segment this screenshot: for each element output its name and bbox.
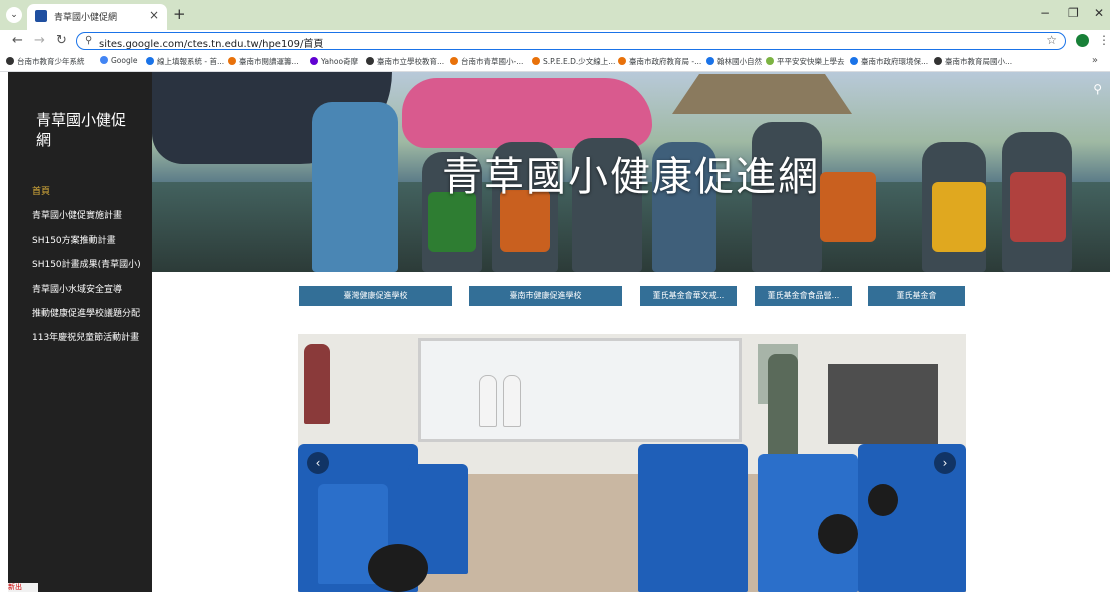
carousel-photo-presenter (768, 354, 798, 464)
minimize-button[interactable]: − (1040, 6, 1050, 20)
bookmark-item[interactable]: 線上填報系統 - 首... (146, 56, 224, 67)
link-button-john-tung-foundation[interactable]: 董氏基金會 (868, 286, 965, 306)
bookmark-favicon-icon (146, 57, 154, 65)
bookmark-label: Yahoo奇摩 (321, 57, 359, 66)
bookmark-item[interactable]: Yahoo奇摩 (310, 56, 358, 67)
bookmark-item[interactable]: Google (100, 56, 137, 65)
bookmark-label: S.P.E.E.D.少文線上... (543, 57, 616, 66)
bookmark-favicon-icon (6, 57, 14, 65)
bookmark-label: 台南市青草國小-... (461, 57, 524, 66)
carousel-photo-head (368, 544, 428, 592)
yahoo-icon (310, 57, 318, 65)
carousel-photo-seat (638, 444, 748, 592)
carousel-photo-projection-screen (418, 338, 742, 442)
sidebar-item-sh150-results[interactable]: SH150計畫成果(青草國小) (32, 257, 141, 281)
link-button-john-tung-food[interactable]: 董氏基金會食品營... (755, 286, 852, 306)
address-toolbar: ← → ↻ ⚲ sites.google.com/ctes.tn.edu.tw/… (0, 30, 1110, 52)
site-info-icon[interactable]: ⚲ (85, 35, 92, 46)
bookmark-favicon-icon (228, 57, 236, 65)
bookmark-favicon-icon (532, 57, 540, 65)
bookmark-item[interactable]: 臺南市閱讀運籌... (228, 56, 299, 67)
bookmark-favicon-icon (706, 57, 714, 65)
bookmark-item[interactable]: 翰林國小自然 (706, 56, 762, 67)
bookmark-item[interactable]: 台南市青草國小-... (450, 56, 523, 67)
url-text[interactable]: sites.google.com/ctes.tn.edu.tw/hpe109/首… (99, 35, 323, 50)
browser-menu-icon[interactable]: ⋮ (1098, 33, 1110, 47)
bookmark-item[interactable]: 臺南市政府教育局 -... (618, 56, 701, 67)
tab-title: 青草國小健促網 (54, 13, 118, 23)
image-carousel: ‹ › (298, 334, 966, 592)
bookmark-item[interactable]: 臺南市教育局國小... (934, 56, 1012, 67)
carousel-photo-head (868, 484, 898, 516)
bookmark-label: 臺南市立學校教育... (377, 57, 445, 66)
bookmark-favicon-icon (450, 57, 458, 65)
more-bookmarks-icon[interactable]: » (1092, 55, 1098, 66)
profile-avatar-icon[interactable] (1076, 34, 1089, 47)
bookmark-star-icon[interactable]: ☆ (1046, 33, 1057, 47)
browser-tab[interactable]: 青草國小健促網 × (27, 4, 167, 30)
hero-photo-pavilion (672, 74, 852, 114)
carousel-prev-button[interactable]: ‹ (307, 452, 329, 474)
carousel-photo-head (818, 514, 858, 554)
address-bar[interactable]: ⚲ sites.google.com/ctes.tn.edu.tw/hpe109… (76, 32, 1066, 50)
tab-close-icon[interactable]: × (149, 8, 159, 22)
bookmark-favicon-icon (850, 57, 858, 65)
bookmark-item[interactable]: 平平安安快樂上學去 (766, 56, 845, 67)
bookmark-label: 臺南市政府環境保... (861, 57, 929, 66)
sidebar-item-topic-allocation[interactable]: 推動健康促進學校議題分配 (32, 306, 141, 330)
bookmark-label: 平平安安快樂上學去 (777, 57, 845, 66)
bookmark-label: 線上填報系統 - 首... (157, 57, 225, 66)
carousel-photo-figure (479, 375, 497, 427)
bookmark-item[interactable]: 臺南市政府環境保... (850, 56, 928, 67)
link-button-row: 臺灣健康促進學校 臺南市健康促進學校 董氏基金會華文戒... 董氏基金會食品營.… (0, 286, 1110, 306)
sidebar: 青草國小健促網 首頁 青草國小健促實施計畫 SH150方案推動計畫 SH150計… (8, 72, 152, 592)
carousel-photo-person (304, 344, 330, 424)
bookmark-item[interactable]: S.P.E.E.D.少文線上... (532, 56, 615, 67)
link-button-john-tung-tobacco[interactable]: 董氏基金會華文戒... (640, 286, 737, 306)
back-arrow-icon[interactable]: ← (12, 33, 23, 48)
link-button-taiwan-health-school[interactable]: 臺灣健康促進學校 (299, 286, 452, 306)
new-tab-button[interactable]: + (173, 5, 186, 23)
bookmark-favicon-icon (618, 57, 626, 65)
close-window-button[interactable]: ✕ (1094, 6, 1104, 20)
search-icon[interactable]: ⚲ (1093, 82, 1102, 96)
sidebar-item-sh150-plan[interactable]: SH150方案推動計畫 (32, 233, 141, 257)
maximize-button[interactable]: ❐ (1068, 6, 1079, 20)
forward-arrow-icon[interactable]: → (34, 33, 45, 48)
bookmark-item[interactable]: 台南市教育少年系統 (6, 56, 85, 67)
site-favicon-icon (35, 10, 47, 22)
carousel-photo-figure (503, 375, 521, 427)
hero-title: 青草國小健康促進網 (442, 154, 820, 200)
bookmark-label: Google (111, 56, 138, 65)
sidebar-nav: 首頁 青草國小健促實施計畫 SH150方案推動計畫 SH150計畫成果(青草國小… (32, 184, 141, 355)
bookmark-label: 翰林國小自然 (717, 57, 762, 66)
sidebar-item-childrens-day[interactable]: 113年慶祝兒童節活動計畫 (32, 330, 141, 354)
bookmark-label: 臺南市政府教育局 -... (629, 57, 702, 66)
bookmark-label: 台南市教育少年系統 (17, 57, 85, 66)
carousel-photo-cabinet (828, 364, 938, 444)
bookmark-label: 臺南市閱讀運籌... (239, 57, 299, 66)
tab-search-menu-icon[interactable]: ⌄ (6, 7, 22, 23)
sidebar-item-health-plan[interactable]: 青草國小健促實施計畫 (32, 208, 141, 232)
bookmark-favicon-icon (766, 57, 774, 65)
hero-banner: 青草國小健康促進網 ⚲ (152, 72, 1110, 272)
bookmark-favicon-icon (366, 57, 374, 65)
link-button-tainan-health-school[interactable]: 臺南市健康促進學校 (469, 286, 622, 306)
reload-icon[interactable]: ↻ (56, 33, 67, 48)
bookmark-item[interactable]: 臺南市立學校教育... (366, 56, 444, 67)
taskbar-fragment: 新出 (8, 583, 38, 592)
bookmark-label: 臺南市教育局國小... (945, 57, 1013, 66)
google-icon (100, 56, 108, 64)
bookmarks-bar: 台南市教育少年系統 Google 線上填報系統 - 首... 臺南市閱讀運籌..… (0, 52, 1110, 72)
carousel-next-button[interactable]: › (934, 452, 956, 474)
site-title[interactable]: 青草國小健促網 (36, 110, 136, 150)
sidebar-item-home[interactable]: 首頁 (32, 184, 141, 208)
bookmark-favicon-icon (934, 57, 942, 65)
browser-tab-bar: ⌄ 青草國小健促網 × + − ❐ ✕ (0, 0, 1110, 30)
